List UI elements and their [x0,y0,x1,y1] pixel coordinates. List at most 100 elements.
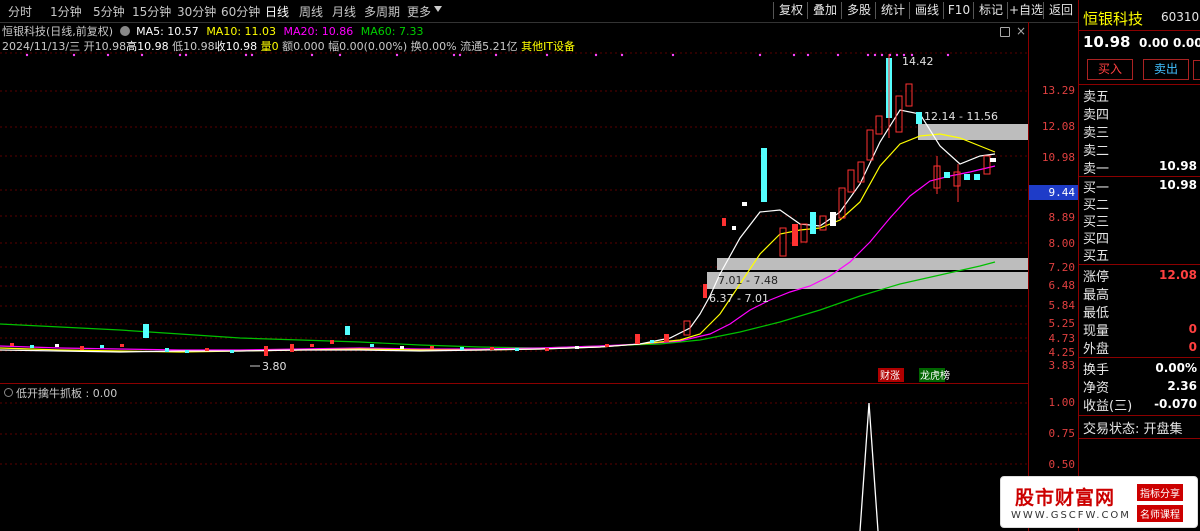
candle [635,334,640,344]
period-tab[interactable]: 多周期 [364,3,400,20]
period-tab[interactable]: 30分钟 [177,3,216,20]
panel-toggle-icon[interactable] [1193,60,1200,80]
order-book-row: 卖五 [1083,90,1110,105]
stats-button[interactable]: 统计 [875,2,910,19]
period-tab[interactable]: 分时 [8,3,32,20]
draw-line-button[interactable]: 画线 [909,2,944,19]
order-book-row: 卖一 10.98 [1083,159,1197,177]
earnings-value: -0.070 [1154,397,1197,411]
period-tab[interactable]: 周线 [299,3,323,20]
period-tab[interactable]: 月线 [332,3,356,20]
net-asset-value: 2.36 [1167,379,1197,393]
watermark-title: 股市财富网 [1015,487,1116,509]
indicator-chart[interactable] [0,384,1028,531]
support-zone-a [717,258,1028,270]
candle [810,212,816,234]
candle [664,334,669,342]
price-change-pct: 0.00% [1173,36,1200,50]
stat-label: 现量 [1083,324,1110,339]
candle [838,187,846,219]
watermark-tag: 名师课程 [1137,505,1183,522]
candle [983,155,991,175]
candle [944,172,950,178]
y-tick: 8.00 [1048,237,1076,250]
price-axis: 13.29 12.08 10.98 9.44 8.89 8.00 7.20 6.… [1028,22,1079,384]
stat-label: 收益(三) [1083,399,1133,414]
y-tick: 10.98 [1041,151,1075,164]
low-price-label: 3.80 [262,360,287,373]
period-tab[interactable]: 15分钟 [132,3,171,20]
candle [792,224,798,246]
high-price-label: 14.42 [902,55,934,68]
period-tab[interactable]: 60分钟 [221,3,260,20]
stock-code: 603106 [1161,10,1200,24]
settings-icon[interactable] [119,26,130,36]
close-icon[interactable]: × [1016,24,1026,38]
ma5-line [0,109,996,353]
y-tick: 6.48 [1048,279,1076,292]
candle [264,346,268,356]
y-tick: 8.89 [1048,211,1076,224]
turnover-value: 0.00% [1155,361,1197,375]
period-tab-active[interactable]: 日线 [265,3,289,20]
candle [143,324,149,338]
candle [905,83,913,107]
outer-volume: 0 [1188,340,1197,354]
watermark: 股市财富网 WWW.GSCFW.COM 指标分享 名师课程 [1000,476,1198,528]
grid-lines [0,52,1028,352]
candles [143,58,996,356]
ma5-value: MA5: 10.57 [136,25,199,38]
order-book-row: 买五 [1083,249,1110,264]
stat-label: 净资 [1083,381,1110,396]
candle [742,202,747,206]
window-icon[interactable] [1000,27,1010,37]
candle [290,344,294,352]
indicator-spike [859,402,879,531]
candle [964,174,970,180]
candle [722,218,726,226]
y-tick: 4.25 [1048,346,1076,359]
y-tick: 12.08 [1041,120,1075,133]
price-change: 0.00 [1139,36,1169,50]
sub-y-tick: 0.75 [1048,427,1076,440]
period-tab[interactable]: 1分钟 [50,3,82,20]
limit-up-value: 12.08 [1159,268,1197,282]
trade-status: 交易状态: 开盘集 [1083,422,1183,437]
candle [916,112,922,124]
back-button[interactable]: 返回 [1043,2,1078,19]
sell-button[interactable]: 卖出 [1143,59,1189,80]
order-book-row: 买二 [1083,198,1110,213]
chart-title: 恒银科技(日线,前复权) [2,25,114,38]
buy-button[interactable]: 买入 [1087,59,1133,80]
chart-header-line1: 恒银科技(日线,前复权) MA5: 10.57 MA10: 11.03 MA20… [2,23,423,39]
ma10-value: MA10: 11.03 [206,25,277,38]
candle [875,115,883,135]
current-price-tag-label: 9.44 [1048,186,1076,199]
candle [974,174,980,180]
stat-label: 换手 [1083,363,1110,378]
ma60-value: MA60: 7.33 [360,25,424,38]
order-book-row: 卖三 [1083,126,1110,141]
caizhang-tag: 财涨 [880,369,900,382]
order-book-row: 买三 [1083,215,1110,230]
order-book-row: 卖四 [1083,108,1110,123]
stock-name: 恒银科技 [1083,10,1144,28]
y-tick: 7.20 [1048,261,1076,274]
stat-label: 外盘 [1083,342,1110,357]
f10-button[interactable]: F10 [943,2,974,19]
y-tick: 5.25 [1048,317,1076,330]
period-tab-more[interactable]: 更多 [407,3,431,20]
multi-stock-button[interactable]: 多股 [841,2,876,19]
fuquan-button[interactable]: 复权 [773,2,808,19]
zone-upper-label: 12.14 - 11.56 [924,110,998,123]
current-volume: 0 [1188,322,1197,336]
candlestick-chart[interactable]: 14.42 12.14 - 11.56 7.01 - 7.48 6.37 - 7… [0,38,1028,384]
candle [847,169,855,193]
period-tab[interactable]: 5分钟 [93,3,125,20]
watermark-tag: 指标分享 [1137,484,1183,501]
candle [830,212,836,226]
mark-button[interactable]: 标记 [973,2,1008,19]
chevron-down-icon [434,6,442,12]
add-watchlist-button[interactable]: +自选 [1007,2,1044,19]
overlay-button[interactable]: 叠加 [807,2,842,19]
